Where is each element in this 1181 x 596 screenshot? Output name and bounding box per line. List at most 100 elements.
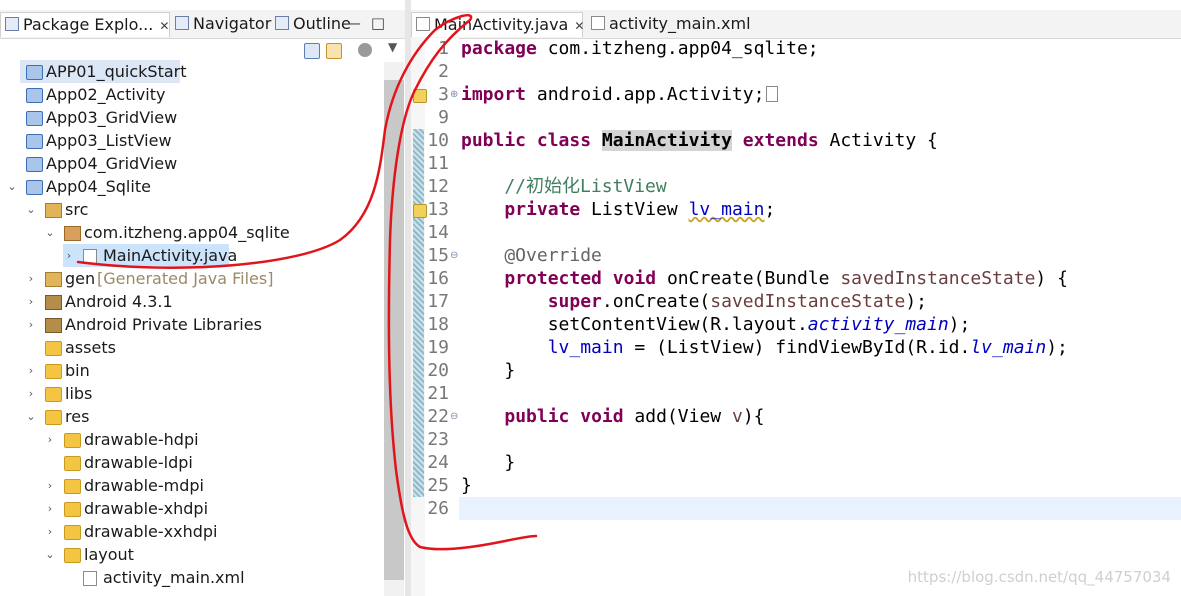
chevron-right-icon[interactable]: › — [44, 520, 56, 543]
chevron-down-icon[interactable]: ▼ — [388, 40, 397, 54]
code-line-17[interactable]: super.onCreate(savedInstanceState); — [461, 290, 927, 313]
tree-item-label: App04_Sqlite — [46, 177, 151, 196]
code-text: ); — [905, 291, 928, 312]
project-icon — [26, 111, 43, 126]
close-icon[interactable]: ✕ — [574, 19, 584, 33]
code-line-15-annotation[interactable]: @Override — [461, 244, 602, 267]
static-field: activity_main — [807, 314, 949, 335]
code-line-13[interactable]: private ListView lv_main; — [461, 198, 775, 221]
line-number: 13 — [427, 199, 449, 220]
class-name: MainActivity — [601, 130, 732, 151]
chevron-down-icon[interactable]: ⌄ — [25, 405, 37, 428]
chevron-right-icon[interactable]: › — [63, 244, 75, 267]
parameter: v — [731, 406, 743, 427]
folder-icon — [45, 410, 62, 425]
change-marker — [413, 129, 424, 497]
chevron-right-icon[interactable]: › — [44, 474, 56, 497]
source-folder-icon — [45, 272, 62, 287]
chevron-right-icon[interactable]: › — [44, 428, 56, 451]
tree-item-label: drawable-xhdpi — [84, 499, 209, 518]
folder-icon — [64, 433, 81, 448]
chevron-right-icon[interactable]: › — [25, 382, 37, 405]
chevron-down-icon[interactable]: ⌄ — [44, 221, 56, 244]
folded-block-icon[interactable] — [766, 86, 779, 102]
minimize-icon[interactable]: — — [346, 14, 371, 32]
chevron-right-icon[interactable]: › — [44, 497, 56, 520]
code-text: Activity { — [818, 130, 938, 151]
tree-item-label: drawable-hdpi — [84, 430, 199, 449]
chevron-down-icon[interactable]: ⌄ — [6, 175, 18, 198]
code-line-1[interactable]: package com.itzheng.app04_sqlite; — [461, 37, 819, 60]
view-tab-bar: Package Explo... ✕ Navigator Outline —□ — [0, 10, 405, 39]
chevron-right-icon[interactable]: › — [25, 290, 37, 313]
project-icon — [26, 134, 43, 149]
maximize-icon[interactable]: □ — [371, 14, 395, 32]
tree-scrollbar-thumb[interactable] — [384, 80, 404, 580]
line-number: 26 — [427, 498, 449, 519]
code-line-10[interactable]: public class MainActivity extends Activi… — [461, 129, 938, 152]
java-file-icon — [83, 249, 97, 264]
library-icon — [45, 295, 62, 310]
view-menu-icon[interactable] — [358, 43, 372, 57]
tree-item-label: App03_ListView — [46, 131, 172, 150]
tree-item-label: assets — [65, 338, 116, 357]
close-icon[interactable]: ✕ — [159, 19, 169, 33]
line-number: 2 — [438, 61, 449, 82]
tab-activity-main-xml-label: activity_main.xml — [609, 14, 751, 33]
link-with-editor-icon[interactable] — [326, 43, 342, 59]
code-line-25[interactable]: } — [461, 474, 472, 497]
keyword: import — [461, 84, 527, 105]
tab-package-explorer-label: Package Explo... — [23, 15, 154, 34]
expand-fold-icon[interactable]: ⊕ — [450, 89, 458, 100]
tab-activity-main-xml[interactable]: activity_main.xml — [587, 12, 751, 36]
chevron-down-icon[interactable]: ⌄ — [44, 543, 56, 566]
tab-outline[interactable]: Outline — [271, 12, 351, 36]
java-file-icon — [416, 17, 430, 31]
keyword: void — [580, 406, 624, 427]
tree-item-mainactivity-java[interactable]: › MainActivity.java — [63, 244, 237, 267]
tab-mainactivity-java[interactable]: MainActivity.java ✕ — [411, 12, 584, 37]
navigator-icon — [175, 16, 189, 30]
outline-icon — [275, 16, 289, 30]
code-line-22[interactable]: public void add(View v){ — [461, 405, 764, 428]
line-number: 12 — [427, 176, 449, 197]
chevron-down-icon[interactable]: ⌄ — [25, 198, 37, 221]
code-line-18[interactable]: setContentView(R.layout.activity_main); — [461, 313, 971, 336]
code-line-19[interactable]: lv_main = (ListView) findViewById(R.id.l… — [461, 336, 1068, 359]
line-number: 25 — [427, 475, 449, 496]
code-text: android.app.Activity; — [526, 84, 765, 105]
line-number: 15 — [427, 245, 449, 266]
tab-package-explorer[interactable]: Package Explo... ✕ — [0, 12, 170, 37]
collapse-fold-icon[interactable]: ⊖ — [450, 411, 458, 422]
tree-item-label: MainActivity.java — [103, 246, 238, 265]
keyword: protected — [504, 268, 602, 289]
keyword: package — [461, 38, 537, 59]
code-line-12-comment[interactable]: //初始化ListView — [461, 175, 666, 198]
watermark: https://blog.csdn.net/qq_44757034 — [907, 568, 1171, 586]
collapse-fold-icon[interactable]: ⊖ — [450, 250, 458, 261]
chevron-right-icon[interactable]: › — [25, 359, 37, 382]
tree-item-app01-quickstart[interactable]: APP01_quickStart — [20, 60, 187, 83]
folder-icon — [64, 502, 81, 517]
code-text: add(View — [623, 406, 732, 427]
line-number: 20 — [427, 360, 449, 381]
code-line-20[interactable]: } — [461, 359, 515, 382]
chevron-right-icon[interactable]: › — [25, 267, 37, 290]
code-line-24[interactable]: } — [461, 451, 515, 474]
tree-item-label: layout — [84, 545, 134, 564]
tab-navigator[interactable]: Navigator — [171, 12, 271, 36]
code-line-3[interactable]: import android.app.Activity; — [461, 83, 779, 106]
source-folder-icon — [45, 203, 62, 218]
tree-item-label: Android 4.3.1 — [65, 292, 173, 311]
tree-item-label: drawable-ldpi — [84, 453, 193, 472]
line-number: 22 — [427, 406, 449, 427]
collapse-all-icon[interactable] — [304, 43, 320, 59]
code-text: onCreate(Bundle — [656, 268, 841, 289]
chevron-right-icon[interactable]: › — [25, 313, 37, 336]
code-line-16[interactable]: protected void onCreate(Bundle savedInst… — [461, 267, 1068, 290]
